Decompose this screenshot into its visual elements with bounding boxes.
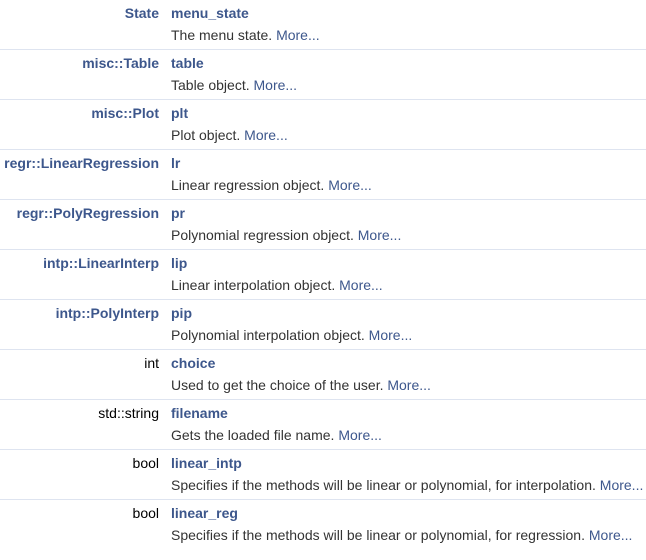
member-name-link[interactable]: pr [171,204,185,222]
more-link[interactable]: More... [589,527,633,543]
member-list: State menu_state The menu state. More... mi… [0,0,646,550]
member-type-link[interactable]: regr::LinearRegression [4,154,159,172]
more-link[interactable]: More... [358,227,402,243]
member-name-link[interactable]: filename [171,404,228,422]
member-description-text: Specifies if the methods will be linear … [171,477,596,493]
member-description: Specifies if the methods will be linear … [171,476,643,494]
more-link[interactable]: More... [600,477,644,493]
member-name-link[interactable]: lr [171,154,180,172]
member-description: Table object. More... [171,76,297,94]
member-type-link[interactable]: intp::LinearInterp [43,254,159,272]
member-name-link[interactable]: lip [171,254,187,272]
member-type: int [144,355,159,371]
member-description: Gets the loaded file name. More... [171,426,382,444]
member-description-text: Polynomial regression object. [171,227,354,243]
more-link[interactable]: More... [339,277,383,293]
more-link[interactable]: More... [276,27,320,43]
member-description-text: Polynomial interpolation object. [171,327,365,343]
more-link[interactable]: More... [244,127,288,143]
member-description-text: Used to get the choice of the user. [171,377,384,393]
member-row: misc::Plot pltPlot object. More... [0,100,646,150]
member-description: Linear interpolation object. More... [171,276,383,294]
member-name-link[interactable]: plt [171,104,188,122]
member-description: Plot object. More... [171,126,288,144]
member-row: intp::PolyInterp pipPolynomial interpolat… [0,300,646,350]
member-type: bool [132,455,159,471]
member-description: Polynomial regression object. More... [171,226,401,244]
member-row: std::string filenameGets the loaded file … [0,400,646,450]
member-row: intp::LinearInterp lipLinear interpolatio… [0,250,646,300]
member-description: Polynomial interpolation object. More... [171,326,412,344]
member-description-text: Table object. [171,77,250,93]
more-link[interactable]: More... [254,77,298,93]
member-type-link[interactable]: misc::Plot [91,104,159,122]
more-link[interactable]: More... [387,377,431,393]
member-name-link[interactable]: pip [171,304,192,322]
member-description-text: Specifies if the methods will be linear … [171,527,585,543]
member-row: bool linear_reg Specifies if the methods w… [0,500,646,550]
member-row: regr::PolyRegression prPolynomial regress… [0,200,646,250]
member-description-text: Gets the loaded file name. [171,427,335,443]
member-description: Linear regression object. More... [171,176,372,194]
member-row: bool linear_intp Specifies if the methods … [0,450,646,500]
member-row: int choice Used to get the choice of the u… [0,350,646,400]
more-link[interactable]: More... [338,427,382,443]
member-description: Used to get the choice of the user. More… [171,376,431,394]
member-type-link[interactable]: regr::PolyRegression [17,204,159,222]
more-link[interactable]: More... [369,327,413,343]
member-description-text: The menu state. [171,27,273,43]
member-type-link[interactable]: misc::Table [82,54,159,72]
member-row: regr::LinearRegression lrLinear regressio… [0,150,646,200]
member-name-link[interactable]: choice [171,354,215,372]
member-name-link[interactable]: linear_reg [171,504,238,522]
member-type: bool [132,505,159,521]
member-name-link[interactable]: linear_intp [171,454,242,472]
member-description: Specifies if the methods will be linear … [171,526,632,544]
member-type-link[interactable]: State [125,4,159,22]
member-row: misc::Table tableTable object. More... [0,50,646,100]
member-description-text: Linear interpolation object. [171,277,336,293]
member-name-link[interactable]: table [171,54,204,72]
more-link[interactable]: More... [328,177,372,193]
member-name-link[interactable]: menu_state [171,4,249,22]
member-description-text: Linear regression object. [171,177,325,193]
member-description-text: Plot object. [171,127,241,143]
member-description: The menu state. More... [171,26,320,44]
member-row: State menu_state The menu state. More... [0,0,646,50]
member-type: std::string [98,405,159,421]
member-type-link[interactable]: intp::PolyInterp [56,304,159,322]
